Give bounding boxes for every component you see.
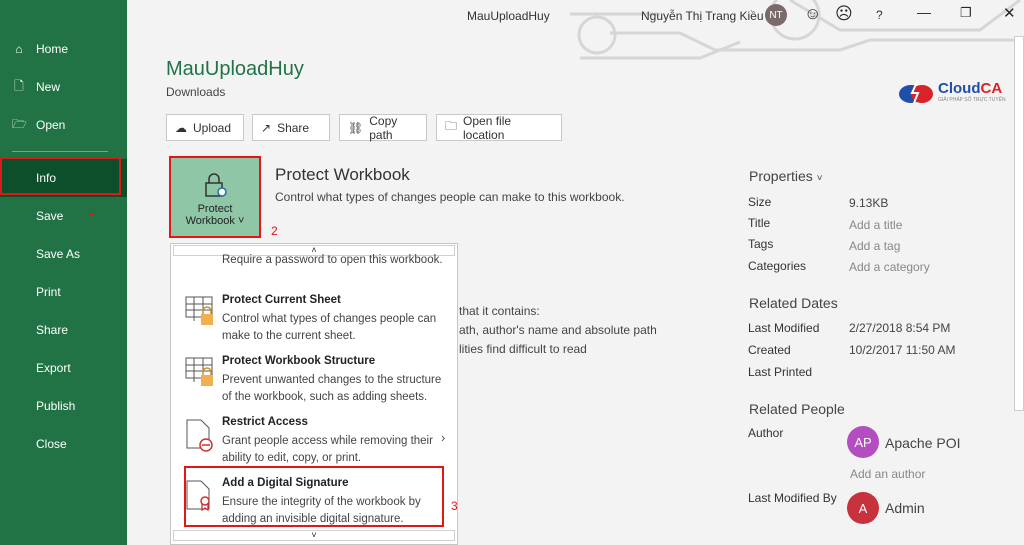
minimize-icon[interactable]: —: [917, 4, 931, 20]
annotation-2: 2: [271, 224, 278, 238]
prop-label-size: Size: [748, 195, 772, 209]
sidebar-item-share[interactable]: Share: [0, 311, 127, 349]
scroll-down-button[interactable]: ˅: [173, 530, 455, 541]
share-button[interactable]: ↗ Share: [252, 114, 330, 141]
user-name[interactable]: Nguyễn Thị Trang Kiều: [641, 9, 764, 23]
author-avatar: AP: [847, 426, 879, 458]
prop-label-tags: Tags: [748, 237, 774, 251]
new-document-icon: 🗋: [14, 78, 24, 93]
backstage-sidebar: ⌂ Home 🗋 New 🗁 Open Info Save Save As Print…: [0, 0, 127, 545]
add-author-input[interactable]: Add an author: [850, 467, 925, 481]
user-avatar[interactable]: NT: [765, 4, 787, 26]
annotation-3: 3: [451, 499, 458, 513]
sheet-lock-icon: [185, 296, 213, 325]
restore-icon[interactable]: ❐: [960, 5, 972, 21]
date-label-printed: Last Printed: [748, 365, 813, 379]
folder-open-icon: 🗁: [12, 116, 27, 131]
modifier-avatar: A: [847, 492, 879, 524]
restrict-document-icon: [186, 419, 213, 452]
protect-title: Protect Workbook: [275, 165, 410, 184]
prop-label-title: Title: [748, 216, 771, 230]
related-dates-header: Related Dates: [749, 295, 838, 311]
highlight-box-info: [0, 157, 121, 195]
sidebar-item-open[interactable]: 🗁 Open: [0, 106, 127, 144]
prop-value-size: 9.13KB: [849, 196, 889, 210]
date-label-modified: Last Modified: [748, 321, 820, 335]
categories-input[interactable]: Add a category: [849, 260, 930, 274]
folder-icon: 🗀: [445, 119, 458, 133]
sidebar-item-save[interactable]: Save: [0, 197, 127, 235]
sidebar-item-export[interactable]: Export: [0, 349, 127, 387]
date-value-created: 10/2/2017 11:50 AM: [849, 343, 956, 357]
file-name: MauUploadHuy: [166, 58, 304, 80]
highlight-box-protect: [169, 156, 261, 238]
prop-label-categories: Categories: [748, 259, 807, 273]
cloudca-logo: CloudCA GIẢI PHÁP SỐ TRỰC TUYẾN: [898, 78, 1006, 104]
scrollbar[interactable]: [1014, 36, 1024, 411]
protect-description: Control what types of changes people can…: [275, 190, 625, 204]
sidebar-item-close[interactable]: Close: [0, 425, 127, 463]
sidebar-item-publish[interactable]: Publish: [0, 387, 127, 425]
link-icon: ⛓: [348, 120, 364, 135]
upload-button[interactable]: ☁ Upload: [166, 114, 244, 141]
window-title: MauUploadHuy: [467, 9, 550, 23]
cloud-upload-icon: ☁: [175, 120, 187, 135]
last-modified-by-label: Last Modified By: [748, 491, 837, 505]
menu-item-restrict-access[interactable]: Restrict Access Grant people access whil…: [185, 416, 445, 471]
date-label-created: Created: [748, 343, 791, 357]
sidebar-item-new[interactable]: 🗋 New: [0, 68, 127, 106]
sidebar-item-save-as[interactable]: Save As: [0, 235, 127, 273]
related-people-header: Related People: [749, 401, 845, 417]
chevron-down-icon: ˅: [816, 173, 823, 184]
author-name[interactable]: Apache POI: [885, 435, 961, 451]
annotation-1: 1: [88, 204, 95, 218]
help-button[interactable]: ?: [876, 8, 883, 22]
sidebar-item-print[interactable]: Print: [0, 273, 127, 311]
highlight-box-digital-signature: [184, 466, 444, 527]
smile-icon[interactable]: ☺: [804, 4, 821, 24]
menu-item-encrypt-password[interactable]: Require a password to open this workbook…: [185, 249, 445, 285]
chevron-right-icon: ›: [441, 430, 446, 445]
share-icon: ↗: [261, 120, 272, 135]
properties-header[interactable]: Properties ˅: [749, 168, 823, 184]
menu-item-protect-current-sheet[interactable]: Protect Current Sheet Control what types…: [185, 294, 445, 349]
menu-item-protect-workbook-structure[interactable]: Protect Workbook Structure Prevent unwan…: [185, 355, 445, 410]
sidebar-item-home[interactable]: ⌂ Home: [0, 30, 127, 68]
home-icon: ⌂: [15, 42, 23, 56]
author-label: Author: [748, 426, 784, 440]
inspect-description-partial: that it contains: ath, author's name and…: [459, 304, 657, 356]
tags-input[interactable]: Add a tag: [849, 239, 900, 253]
sidebar-divider: [12, 151, 108, 152]
close-icon[interactable]: ✕: [1003, 4, 1016, 22]
copy-path-button[interactable]: ⛓ Copy path: [339, 114, 427, 142]
title-input[interactable]: Add a title: [849, 218, 902, 232]
cloud-logo-icon: [899, 79, 933, 104]
workbook-lock-icon: [185, 357, 213, 386]
file-location: Downloads: [166, 85, 226, 99]
open-file-location-button[interactable]: 🗀 Open file location: [436, 114, 562, 142]
date-value-modified: 2/27/2018 8:54 PM: [849, 321, 951, 335]
modifier-name[interactable]: Admin: [885, 500, 925, 516]
frown-icon[interactable]: ☹: [835, 4, 853, 24]
